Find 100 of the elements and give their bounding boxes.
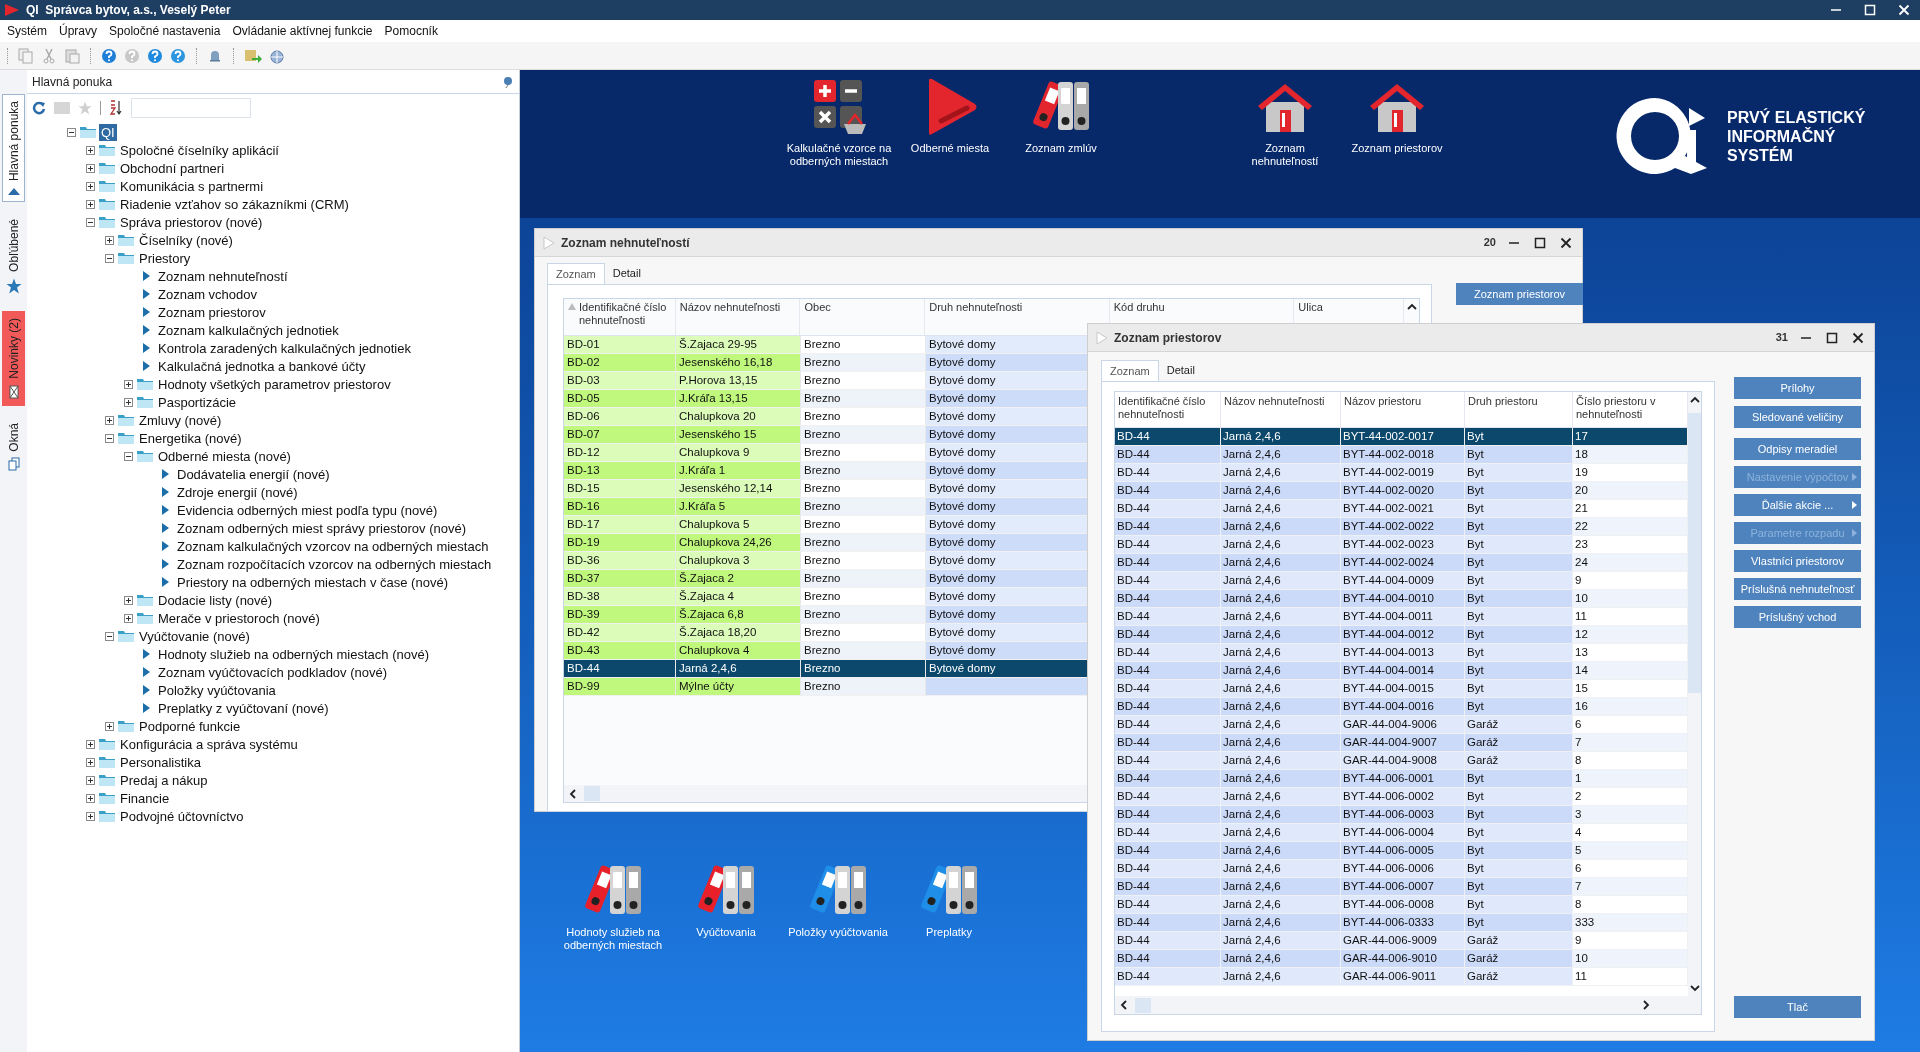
table-cell: Garáž [1465, 968, 1573, 986]
table-cell: Jarná 2,4,6 [1221, 968, 1341, 986]
table-cell: Chalupkova 5 [676, 516, 801, 533]
table-cell: Garáž [1465, 734, 1573, 752]
table-cell: GAR-44-004-9006 [1341, 716, 1465, 734]
table-cell: Brezno [801, 516, 926, 533]
table-cell: BYT-44-002-0018 [1341, 446, 1465, 464]
table-cell: BD-44 [1115, 860, 1221, 878]
table-cell: Byt [1465, 608, 1573, 626]
table-cell: 24 [1573, 554, 1688, 572]
table-cell: BYT-44-002-0021 [1341, 500, 1465, 518]
table-cell: 7 [1573, 734, 1688, 752]
table-cell: Byt [1465, 464, 1573, 482]
table-cell: Jarná 2,4,6 [1221, 482, 1341, 500]
table-cell: Brezno [801, 354, 926, 371]
table-cell: BD-44 [1115, 896, 1221, 914]
table-cell: Byt [1465, 482, 1573, 500]
table-cell: BD-44 [1115, 536, 1221, 554]
table-cell: 6 [1573, 716, 1688, 734]
table-cell: Byt [1465, 770, 1573, 788]
table-cell: Jarná 2,4,6 [1221, 896, 1341, 914]
table-cell: Brezno [801, 660, 926, 677]
table-cell: BD-44 [1115, 842, 1221, 860]
table-cell: Brezno [801, 336, 926, 353]
table-cell: Jarná 2,4,6 [1221, 878, 1341, 896]
table-cell: Byt [1465, 518, 1573, 536]
table-cell: Jarná 2,4,6 [1221, 932, 1341, 950]
table-cell: 16 [1573, 698, 1688, 716]
table-cell: BD-44 [1115, 770, 1221, 788]
table-cell: Byt [1465, 806, 1573, 824]
table-cell: Byt [1465, 554, 1573, 572]
table-cell: BD-44 [1115, 500, 1221, 518]
table-cell: BD-44 [1115, 734, 1221, 752]
table-cell: BYT-44-006-0003 [1341, 806, 1465, 824]
table-cell: BYT-44-002-0022 [1341, 518, 1465, 536]
table-cell: BD-44 [1115, 626, 1221, 644]
table-cell: J.Kráľa 13,15 [676, 390, 801, 407]
table-cell: BD-12 [564, 444, 676, 461]
table-cell: Byt [1465, 500, 1573, 518]
table-cell: Garáž [1465, 752, 1573, 770]
logo-text: SYSTÉM [1727, 145, 1794, 165]
table-cell: Garáž [1465, 932, 1573, 950]
table-cell: Š.Zajaca 29-95 [676, 336, 801, 353]
table-cell: 9 [1573, 572, 1688, 590]
table-cell: BYT-44-006-0007 [1341, 878, 1465, 896]
table-cell: BD-44 [1115, 446, 1221, 464]
table-cell: Byt [1465, 824, 1573, 842]
table-cell: Chalupkova 3 [676, 552, 801, 569]
table-cell: 13 [1573, 644, 1688, 662]
table-cell: Jarná 2,4,6 [1221, 644, 1341, 662]
table-cell: Jarná 2,4,6 [1221, 464, 1341, 482]
table-cell: Chalupkova 24,26 [676, 534, 801, 551]
table-cell: Jarná 2,4,6 [1221, 860, 1341, 878]
table-cell: BD-44 [1115, 482, 1221, 500]
record-count: 20 [1483, 235, 1496, 251]
table-cell: Jarná 2,4,6 [1221, 518, 1341, 536]
table-cell: 5 [1573, 842, 1688, 860]
table-cell: Jarná 2,4,6 [1221, 446, 1341, 464]
table-cell: Jarná 2,4,6 [1221, 770, 1341, 788]
table-cell: BYT-44-004-0013 [1341, 644, 1465, 662]
table-cell: Byt [1465, 788, 1573, 806]
table-cell: Brezno [801, 372, 926, 389]
table-cell: J.Kráľa 5 [676, 498, 801, 515]
table-cell: 21 [1573, 500, 1688, 518]
table-cell: 12 [1573, 626, 1688, 644]
table-cell: GAR-44-004-9007 [1341, 734, 1465, 752]
table-cell: 18 [1573, 446, 1688, 464]
table-cell: Brezno [801, 642, 926, 659]
table-cell: Brezno [801, 408, 926, 425]
table-cell: Brezno [801, 498, 926, 515]
table-cell: BYT-44-006-0008 [1341, 896, 1465, 914]
table-cell: 22 [1573, 518, 1688, 536]
table-cell: BD-07 [564, 426, 676, 443]
table-cell: BYT-44-006-0001 [1341, 770, 1465, 788]
table-cell: Jarná 2,4,6 [1221, 680, 1341, 698]
table-cell: 2 [1573, 788, 1688, 806]
table-cell: Chalupkova 20 [676, 408, 801, 425]
table-cell: Byt [1465, 644, 1573, 662]
table-cell: BD-37 [564, 570, 676, 587]
table-cell: Jesenského 15 [676, 426, 801, 443]
table-cell: Brezno [801, 678, 926, 695]
table-cell: BD-44 [1115, 878, 1221, 896]
table-cell: BD-19 [564, 534, 676, 551]
table-cell: Jarná 2,4,6 [1221, 698, 1341, 716]
table-cell: BD-44 [1115, 680, 1221, 698]
table-cell: BD-44 [1115, 590, 1221, 608]
table-cell: BD-44 [1115, 464, 1221, 482]
table-cell: BD-01 [564, 336, 676, 353]
table-cell: Jarná 2,4,6 [1221, 536, 1341, 554]
table-cell: BD-44 [1115, 662, 1221, 680]
table-cell: Jarná 2,4,6 [1221, 590, 1341, 608]
table-cell: BD-44 [1115, 824, 1221, 842]
table-cell: BD-44 [1115, 932, 1221, 950]
table-cell: Byt [1465, 572, 1573, 590]
table-cell: BD-16 [564, 498, 676, 515]
table-cell: BYT-44-002-0020 [1341, 482, 1465, 500]
table-cell: BD-44 [1115, 608, 1221, 626]
logo-text: PRVÝ ELASTICKÝ [1727, 107, 1866, 127]
table-cell: Jarná 2,4,6 [1221, 626, 1341, 644]
table-cell: Jarná 2,4,6 [1221, 806, 1341, 824]
